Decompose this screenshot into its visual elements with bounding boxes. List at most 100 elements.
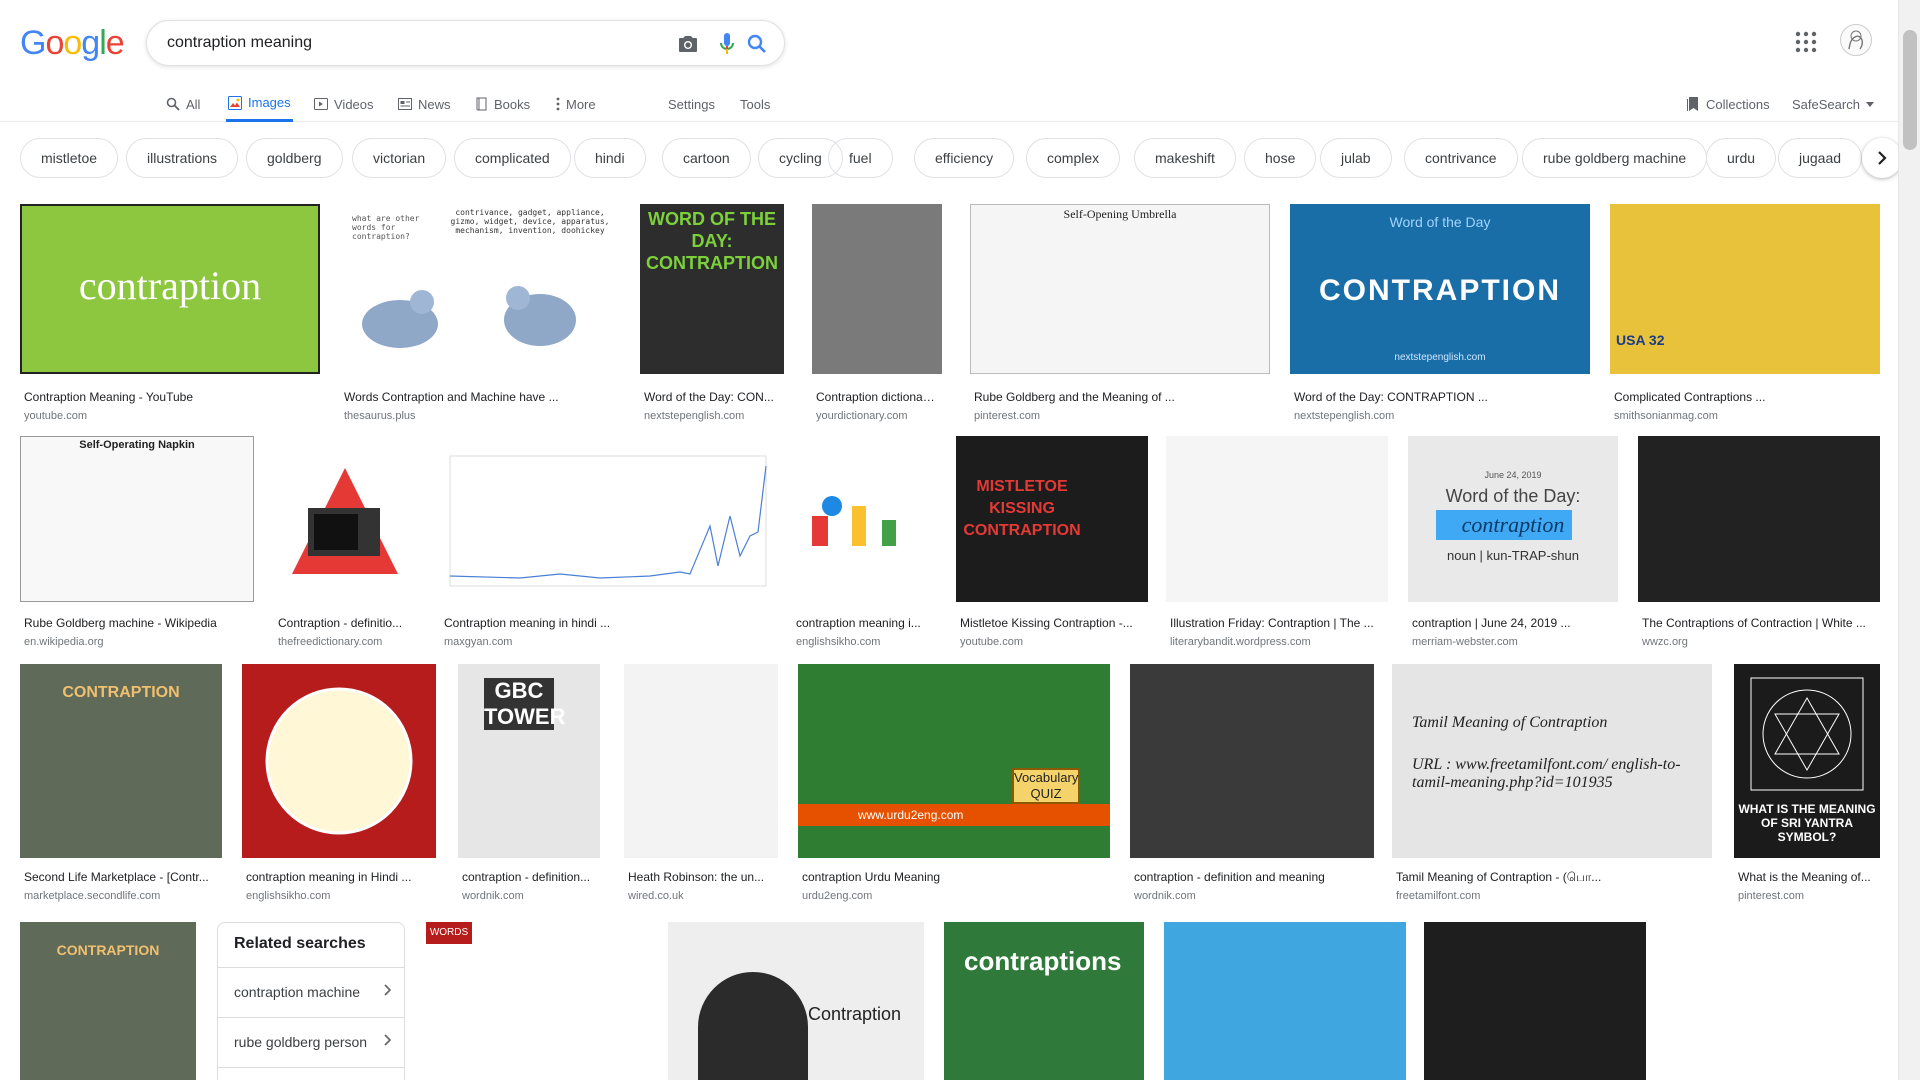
tab-videos[interactable]: Videos xyxy=(314,86,374,122)
search-icon[interactable] xyxy=(745,32,769,56)
image-result[interactable]: WORD OF THE DAY: CONTRAPTION Word of the … xyxy=(640,204,784,428)
camera-icon[interactable] xyxy=(676,32,700,56)
result-caption[interactable]: Tamil Meaning of Contraption - (பொ... xyxy=(1396,870,1708,886)
chip-illustrations[interactable]: illustrations xyxy=(126,138,239,178)
result-caption[interactable]: contraption meaning i... xyxy=(796,616,934,630)
avatar[interactable] xyxy=(1840,24,1872,56)
result-thumbnail[interactable]: Self-Operating Napkin xyxy=(20,436,254,602)
google-logo[interactable]: Google xyxy=(20,24,125,63)
tab-images[interactable]: Images xyxy=(226,86,293,122)
result-caption[interactable]: Words Contraption and Machine have ... xyxy=(344,390,616,404)
chip-fuel[interactable]: fuel xyxy=(828,138,893,178)
image-result[interactable]: WHAT IS THE MEANING OF SRI YANTRA SYMBOL… xyxy=(1734,664,1880,908)
result-thumbnail[interactable]: WORD OF THE DAY: CONTRAPTION xyxy=(640,204,784,374)
scrollbar[interactable] xyxy=(1898,0,1920,1080)
image-result[interactable]: USA 32 Complicated Contraptions ... smiths… xyxy=(1610,204,1880,428)
image-result[interactable] xyxy=(1164,922,1406,1080)
apps-grid-icon[interactable] xyxy=(1794,30,1818,54)
related-item[interactable] xyxy=(218,1067,404,1080)
image-result[interactable]: contraption meaning in Hindi ... englishs… xyxy=(242,664,436,908)
result-thumbnail[interactable]: Tamil Meaning of Contraption URL : www.fr… xyxy=(1392,664,1712,858)
chip-complicated[interactable]: complicated xyxy=(454,138,571,178)
scrollbar-thumb[interactable] xyxy=(1903,30,1917,150)
image-result[interactable]: what are other words for contraption? con… xyxy=(340,204,620,428)
image-result[interactable]: MISTLETOE KISSING CONTRAPTION Mistletoe K… xyxy=(956,436,1148,654)
chip-makeshift[interactable]: makeshift xyxy=(1134,138,1236,178)
related-item[interactable]: contraption machine xyxy=(218,967,404,1015)
image-result[interactable]: Contraption - definitio... thefreediction… xyxy=(274,436,420,654)
result-thumbnail[interactable] xyxy=(812,204,942,374)
collections-link[interactable]: Collections xyxy=(1686,86,1770,122)
chip-jugaad[interactable]: jugaad xyxy=(1778,138,1863,178)
chip-goldberg[interactable]: goldberg xyxy=(246,138,343,178)
chip-hose[interactable]: hose xyxy=(1244,138,1317,178)
result-thumbnail[interactable]: WHAT IS THE MEANING OF SRI YANTRA SYMBOL… xyxy=(1734,664,1880,858)
chip-hindi[interactable]: hindi xyxy=(574,138,646,178)
tab-all[interactable]: All xyxy=(166,86,200,122)
chip-victorian[interactable]: victorian xyxy=(352,138,447,178)
result-thumbnail[interactable] xyxy=(1166,436,1388,602)
result-thumbnail[interactable] xyxy=(440,436,772,602)
image-result[interactable]: Illustration Friday: Contraption | The .… xyxy=(1166,436,1388,654)
chip-complex[interactable]: complex xyxy=(1026,138,1121,178)
image-result[interactable]: Self-Operating Napkin Rube Goldberg machi… xyxy=(20,436,254,654)
tools-link[interactable]: Tools xyxy=(740,86,770,122)
result-caption[interactable]: Complicated Contraptions ... xyxy=(1614,390,1876,404)
image-result[interactable]: contraption meaning i... englishsikho.com xyxy=(792,436,938,654)
image-result[interactable]: June 24, 2019 Word of the Day: contraption… xyxy=(1408,436,1618,654)
microphone-icon[interactable] xyxy=(715,32,739,56)
result-thumbnail[interactable] xyxy=(274,436,420,602)
result-thumbnail[interactable]: CONTRAPTION xyxy=(20,664,222,858)
result-caption[interactable]: Illustration Friday: Contraption | The .… xyxy=(1170,616,1384,630)
image-result[interactable]: Contraption dictionary ... yourdictionary… xyxy=(812,204,942,428)
result-caption[interactable]: Rube Goldberg machine - Wikipedia xyxy=(24,616,250,630)
chips-next-button[interactable] xyxy=(1862,138,1902,178)
result-thumbnail[interactable]: Word of the Day CONTRAPTION nextstepenglis… xyxy=(1290,204,1590,374)
chip-julab[interactable]: julab xyxy=(1320,138,1392,178)
result-thumbnail[interactable]: GBC TOWER xyxy=(458,664,600,858)
result-caption[interactable]: Contraption meaning in hindi ... xyxy=(444,616,768,630)
image-result[interactable]: Self-Opening Umbrella Rube Goldberg and t… xyxy=(970,204,1270,428)
result-caption[interactable]: Word of the Day: CONTRAPTION ... xyxy=(1294,390,1586,404)
image-result[interactable]: Contraption xyxy=(668,922,924,1080)
safesearch-menu[interactable]: SafeSearch xyxy=(1792,86,1874,122)
image-result[interactable]: WORDS xyxy=(426,922,648,1080)
result-caption[interactable]: contraption | June 24, 2019 ... xyxy=(1412,616,1614,630)
chip-mistletoe[interactable]: mistletoe xyxy=(20,138,119,178)
chip-rube-goldberg-machine[interactable]: rube goldberg machine xyxy=(1522,138,1708,178)
image-result[interactable]: contraption - definition and meaning word… xyxy=(1130,664,1374,908)
image-result[interactable]: Vocabulary QUIZ www.urdu2eng.com contrapti… xyxy=(798,664,1110,908)
result-caption[interactable]: Second Life Marketplace - [Contr... xyxy=(24,870,218,884)
result-thumbnail[interactable]: MISTLETOE KISSING CONTRAPTION xyxy=(956,436,1148,602)
image-result[interactable]: CONTRAPTION Second Life Marketplace - [Co… xyxy=(20,664,222,908)
tab-books[interactable]: Books xyxy=(476,86,530,122)
result-thumbnail[interactable]: Vocabulary QUIZ www.urdu2eng.com xyxy=(798,664,1110,858)
tab-more[interactable]: More xyxy=(556,86,596,122)
result-caption[interactable]: Contraption Meaning - YouTube xyxy=(24,390,316,404)
related-item[interactable]: rube goldberg person xyxy=(218,1017,404,1065)
tab-news[interactable]: News xyxy=(398,86,451,122)
image-result[interactable]: contraptions xyxy=(944,922,1144,1080)
result-thumbnail[interactable]: USA 32 xyxy=(1610,204,1880,374)
chip-urdu[interactable]: urdu xyxy=(1706,138,1777,178)
image-result[interactable]: Word of the Day CONTRAPTION nextstepenglis… xyxy=(1290,204,1590,428)
result-thumbnail[interactable] xyxy=(1130,664,1374,858)
result-thumbnail[interactable] xyxy=(1638,436,1880,602)
result-thumbnail[interactable] xyxy=(242,664,436,858)
result-thumbnail[interactable]: what are other words for contraption? con… xyxy=(340,204,620,374)
result-caption[interactable]: Rube Goldberg and the Meaning of ... xyxy=(974,390,1266,404)
result-thumbnail[interactable]: contraption xyxy=(20,204,320,374)
chip-efficiency[interactable]: efficiency xyxy=(914,138,1015,178)
image-result[interactable]: Tamil Meaning of Contraption URL : www.fr… xyxy=(1392,664,1712,908)
image-result[interactable] xyxy=(1424,922,1646,1080)
result-thumbnail[interactable] xyxy=(624,664,778,858)
image-result[interactable]: Contraption meaning in hindi ... maxgyan.… xyxy=(440,436,772,654)
chip-contrivance[interactable]: contrivance xyxy=(1404,138,1518,178)
result-caption[interactable]: contraption meaning in Hindi ... xyxy=(246,870,432,884)
result-caption[interactable]: Contraption - definitio... xyxy=(278,616,416,630)
image-result[interactable]: Heath Robinson: the un... wired.co.uk xyxy=(624,664,778,908)
result-thumbnail[interactable] xyxy=(792,436,938,602)
chip-cartoon[interactable]: cartoon xyxy=(662,138,751,178)
result-caption[interactable]: contraption - definition and meaning xyxy=(1134,870,1370,884)
image-result[interactable]: contraption Contraption Meaning - YouTube… xyxy=(20,204,320,428)
